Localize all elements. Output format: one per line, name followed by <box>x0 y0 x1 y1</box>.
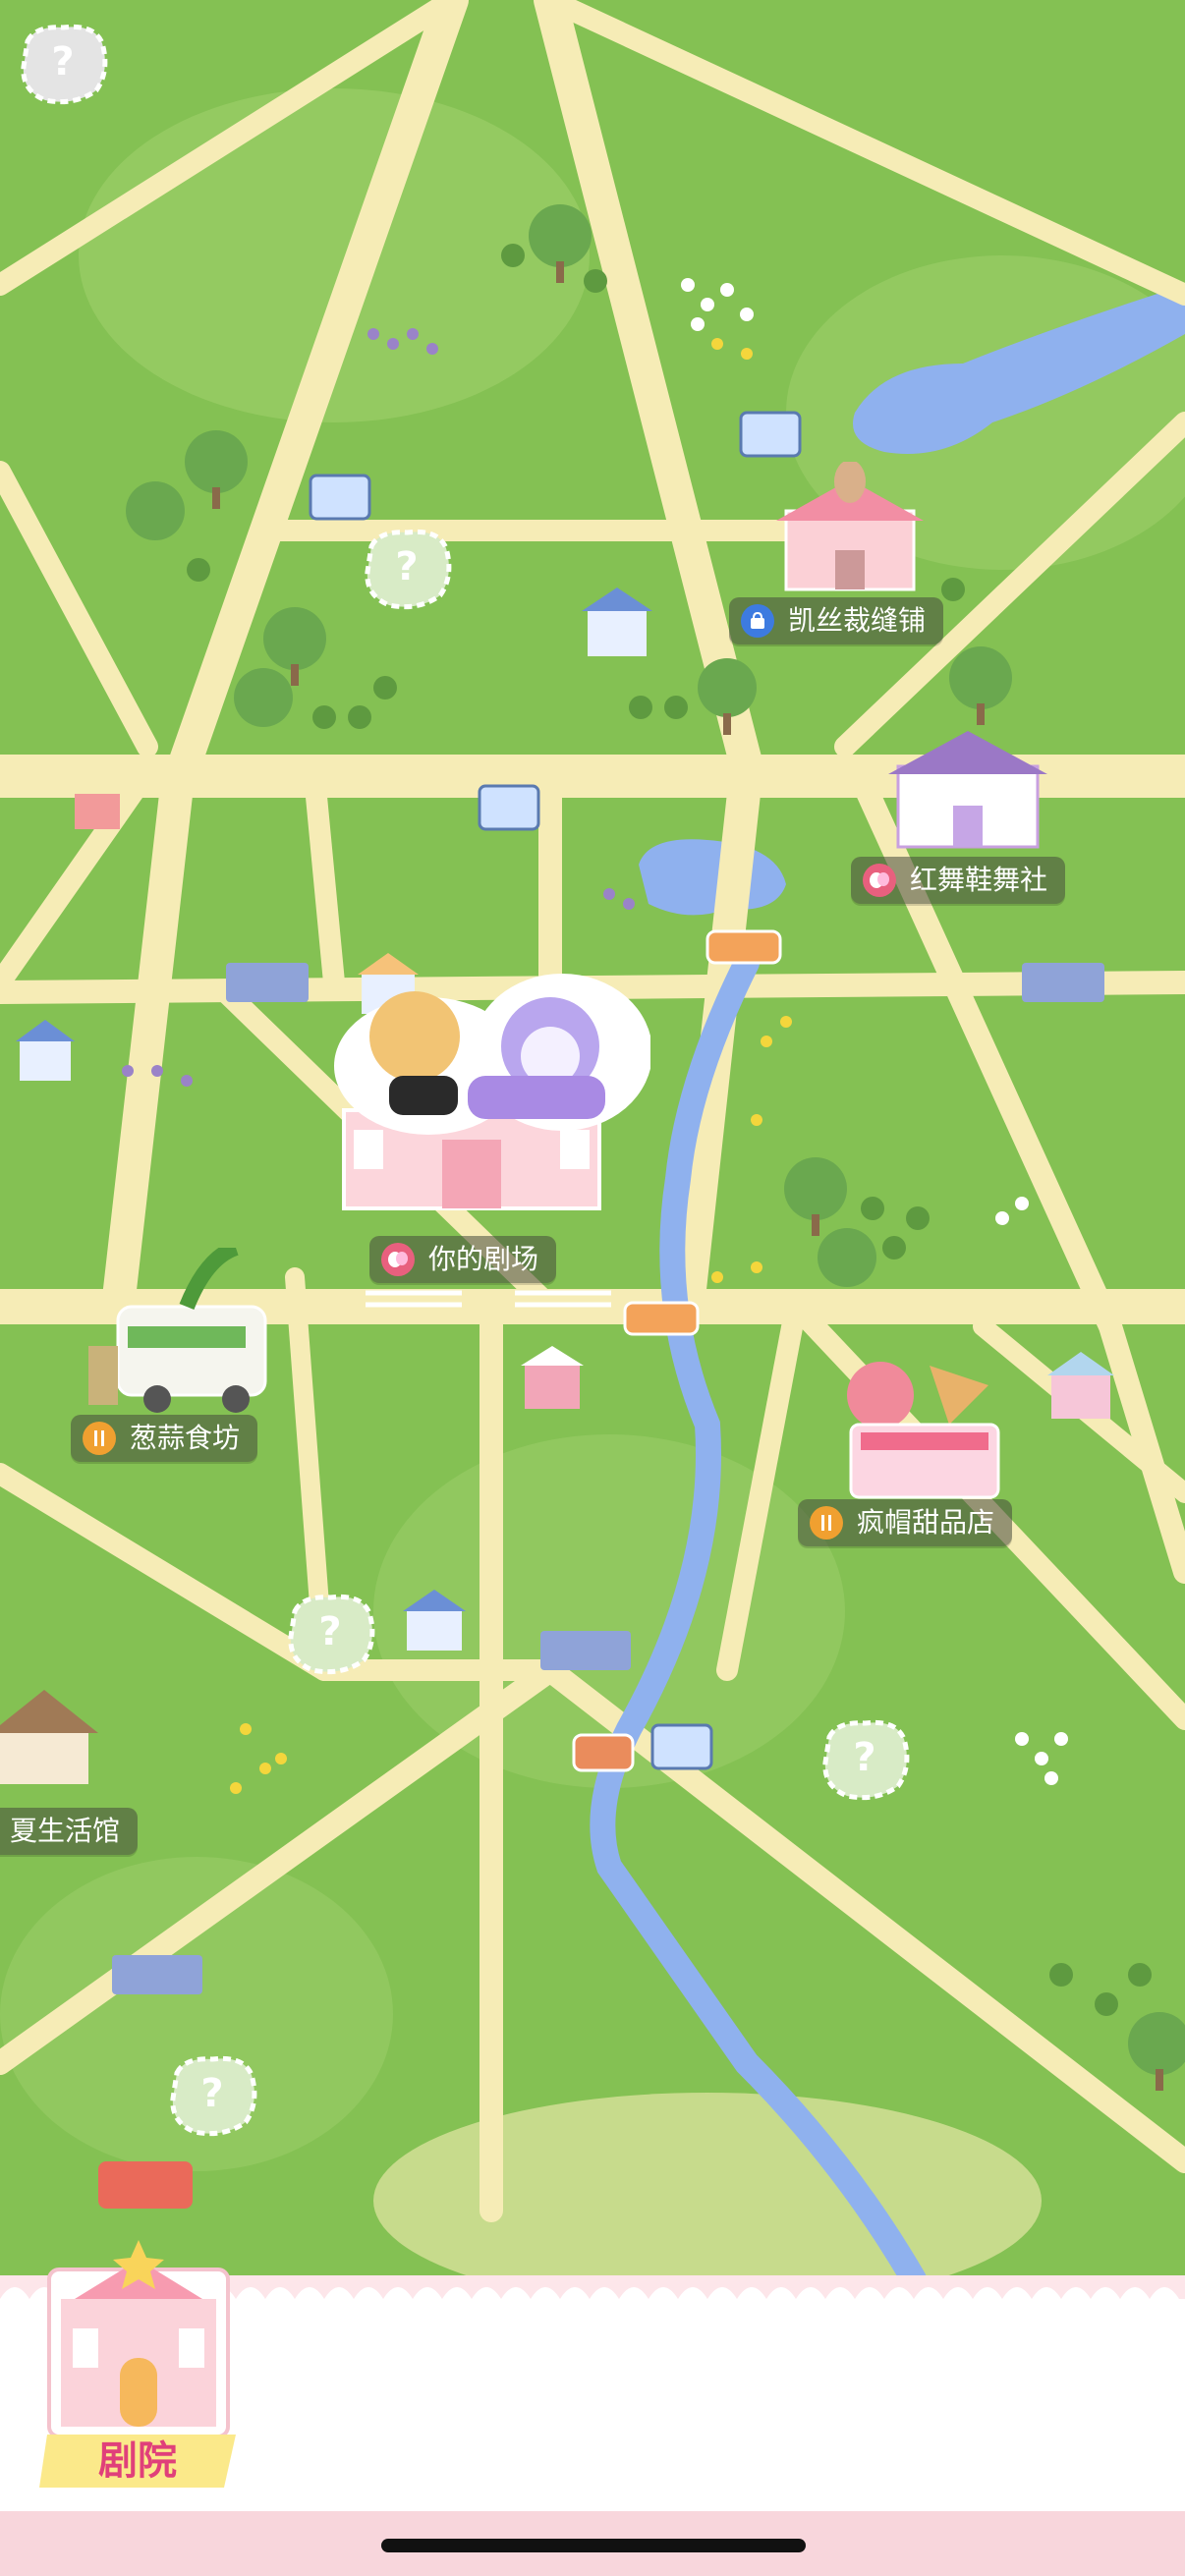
xiasheng-house-building[interactable] <box>0 1680 108 1788</box>
shopping-bag-icon <box>741 604 774 638</box>
location-label-fengmao[interactable]: 疯帽甜品店 <box>798 1499 1013 1546</box>
location-name: 你的剧场 <box>428 1243 539 1275</box>
conghuan-food-truck-building[interactable] <box>79 1240 285 1425</box>
fengmao-dessert-shop-building[interactable] <box>841 1356 1008 1503</box>
theater-building-icon <box>47 2240 230 2438</box>
fork-knife-icon <box>83 1422 116 1455</box>
theater-tab-label[interactable]: 剧院 <box>39 2435 236 2488</box>
location-name: 凯丝裁缝铺 <box>788 604 927 637</box>
unknown-location-marker[interactable]: ? <box>283 1592 377 1676</box>
location-name: 红舞鞋舞社 <box>910 864 1048 896</box>
location-name: 夏生活馆 <box>10 1815 121 1847</box>
unknown-location-marker[interactable]: ? <box>360 527 454 611</box>
unknown-location-marker[interactable]: ? <box>16 22 110 106</box>
home-indicator[interactable] <box>381 2539 806 2552</box>
location-label-conghuan[interactable]: 葱蒜食坊 <box>71 1415 258 1462</box>
location-label-theater[interactable]: 你的剧场 <box>369 1236 557 1283</box>
location-label-xiasheng[interactable]: 夏生活馆 <box>0 1808 139 1855</box>
character-chibi-sticker[interactable] <box>330 968 652 1135</box>
theater-masks-icon <box>381 1243 415 1276</box>
location-name: 疯帽甜品店 <box>857 1506 995 1539</box>
hongwu-dance-studio-building[interactable] <box>884 717 1051 855</box>
fork-knife-icon <box>810 1506 843 1540</box>
location-label-hongwu[interactable]: 红舞鞋舞社 <box>851 857 1066 904</box>
town-map[interactable]: ? ? ? ? ? 凯丝裁缝铺 红舞鞋舞社 你的剧场 葱蒜食坊 疯帽甜品店 夏生… <box>0 0 1185 2289</box>
location-name: 葱蒜食坊 <box>130 1422 241 1454</box>
location-label-kaisi[interactable]: 凯丝裁缝铺 <box>729 597 944 644</box>
unknown-location-marker[interactable]: ? <box>818 1717 912 1802</box>
kaisi-tailor-shop-building[interactable] <box>776 460 924 599</box>
theater-masks-icon <box>863 864 896 897</box>
unknown-location-marker[interactable]: ? <box>165 2053 259 2138</box>
